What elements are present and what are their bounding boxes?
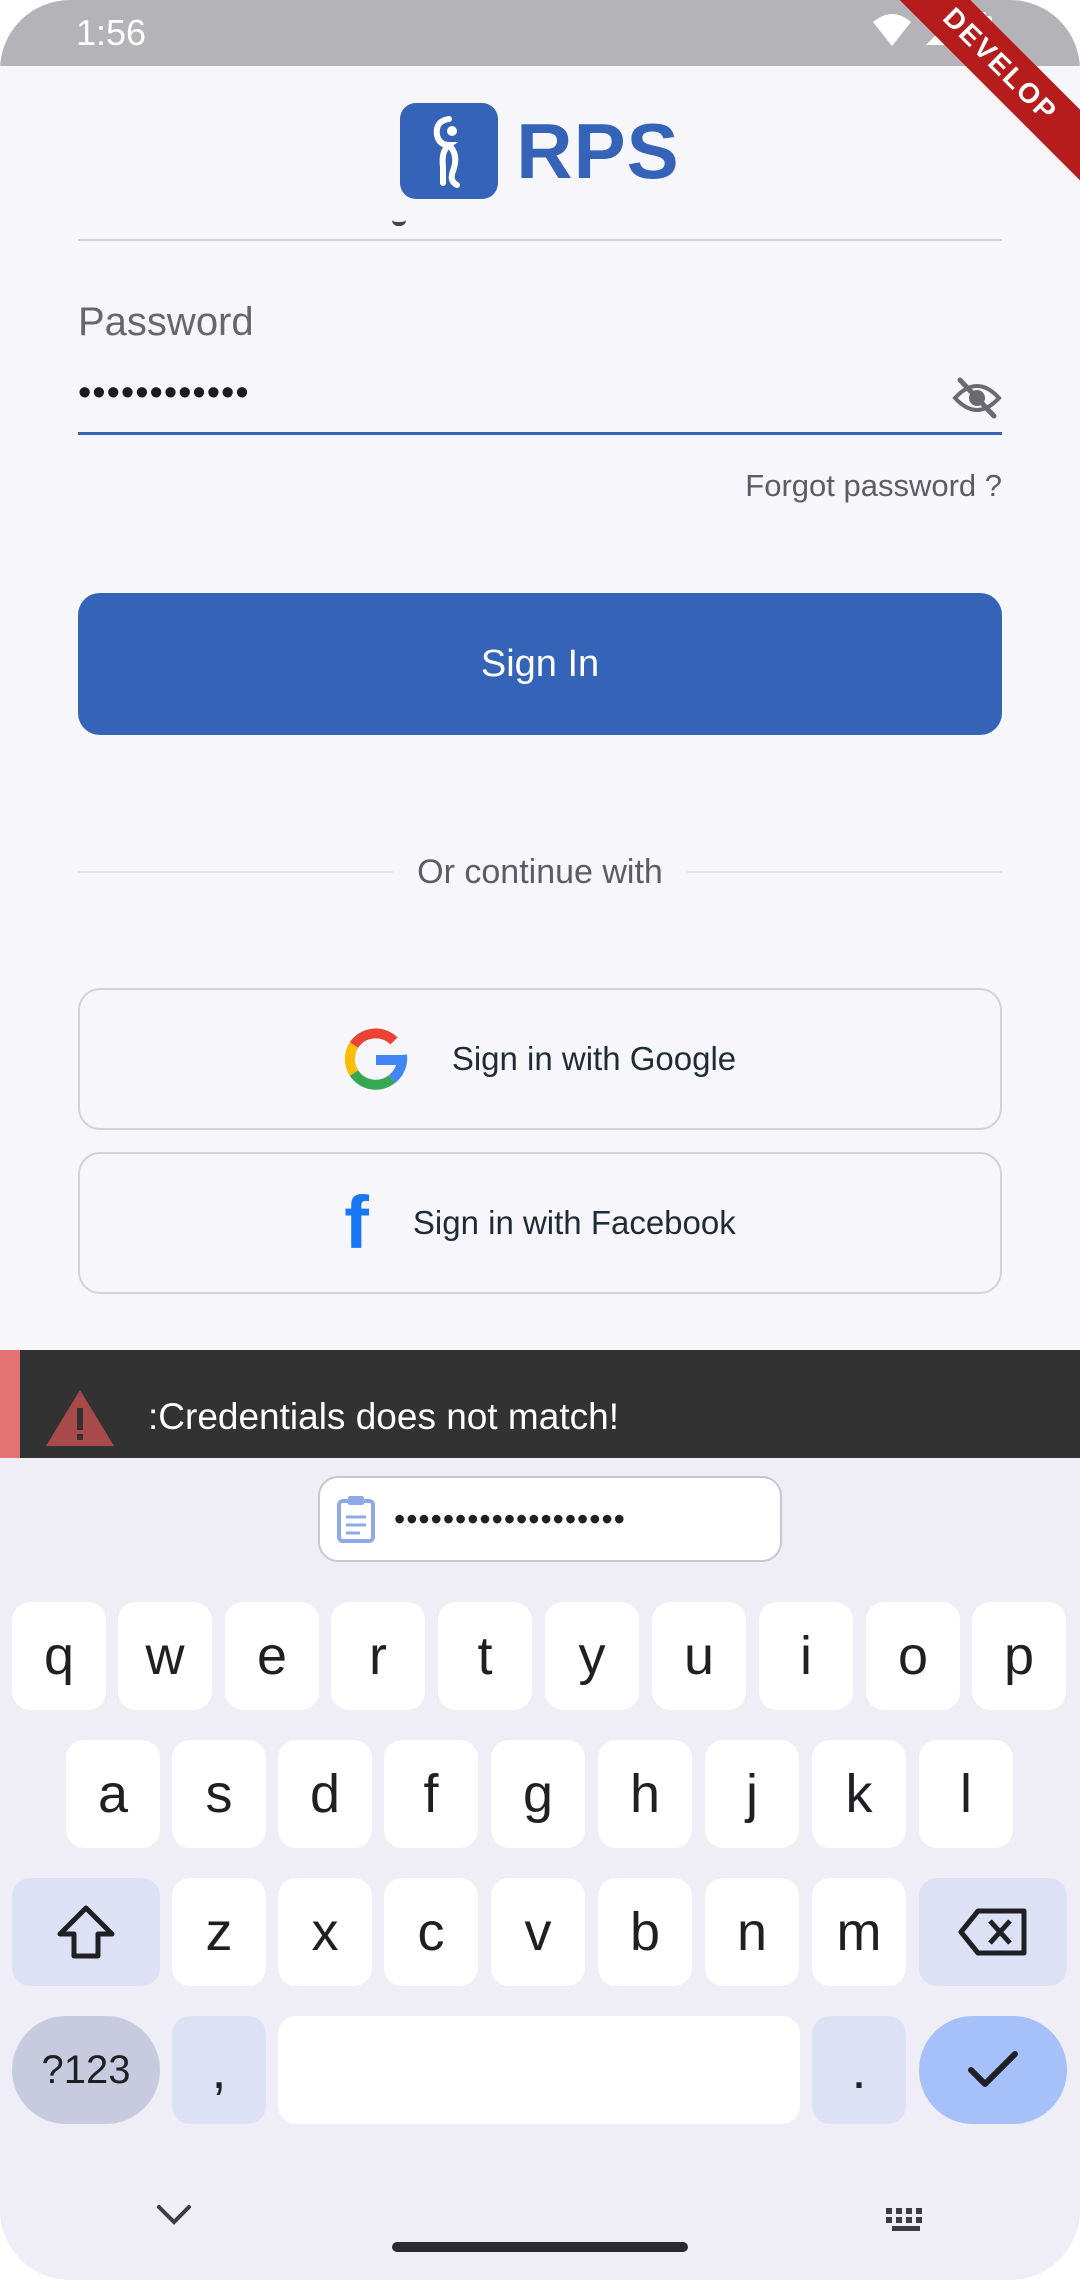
snackbar-accent (0, 1350, 20, 1458)
google-button-label: Sign in with Google (451, 1040, 737, 1077)
done-key[interactable] (919, 2016, 1067, 2124)
warning-icon (46, 1390, 114, 1446)
backspace-key[interactable] (919, 1878, 1067, 1986)
key-f[interactable]: f (384, 1740, 478, 1848)
comma-key[interactable]: , (172, 2016, 266, 2124)
key-x[interactable]: x (278, 1878, 372, 1986)
key-u[interactable]: u (652, 1602, 746, 1710)
checkmark-icon (968, 2051, 1018, 2087)
key-m[interactable]: m (812, 1878, 906, 1986)
key-v[interactable]: v (491, 1878, 585, 1986)
google-icon (344, 1028, 408, 1090)
keyboard-switch-icon[interactable] (884, 2206, 928, 2234)
divider-line-right (686, 871, 1003, 873)
forgot-password-link[interactable]: Forgot password ? (745, 468, 1002, 504)
app-logo-text: RPS (516, 106, 680, 195)
error-snackbar: :Credentials does not match! (0, 1350, 1080, 1458)
key-l[interactable]: l (919, 1740, 1013, 1848)
space-key[interactable] (278, 2016, 800, 2124)
key-g[interactable]: g (491, 1740, 585, 1848)
app-screen: 1:56 DEVELOP RPS Password •••••••••••• F… (0, 0, 1080, 2280)
clipboard-icon (337, 1496, 375, 1543)
shift-icon (57, 1905, 115, 1959)
backspace-icon (958, 1908, 1027, 1956)
key-p[interactable]: p (972, 1602, 1066, 1710)
key-t[interactable]: t (438, 1602, 532, 1710)
password-underline (78, 432, 1002, 435)
key-a[interactable]: a (66, 1740, 160, 1848)
key-q[interactable]: q (12, 1602, 106, 1710)
key-y[interactable]: y (545, 1602, 639, 1710)
key-r[interactable]: r (331, 1602, 425, 1710)
key-n[interactable]: n (705, 1878, 799, 1986)
key-z[interactable]: z (172, 1878, 266, 1986)
shift-key[interactable] (12, 1878, 160, 1986)
key-c[interactable]: c (384, 1878, 478, 1986)
divider-line-left (78, 871, 394, 873)
email-field-underline[interactable] (78, 239, 1002, 241)
facebook-button-label: Sign in with Facebook (412, 1204, 736, 1241)
gesture-nav-handle[interactable] (392, 2242, 688, 2252)
clipboard-text: ••••••••••••••••••• (394, 1500, 626, 1537)
hide-keyboard-icon[interactable] (156, 2204, 192, 2226)
soft-keyboard: ••••••••••••••••••• q w e r t y u i o p … (0, 1458, 1080, 2280)
or-divider: Or continue with (78, 850, 1003, 894)
status-time: 1:56 (76, 12, 147, 53)
password-label: Password (78, 300, 254, 344)
sign-in-button[interactable]: Sign In (78, 593, 1002, 735)
snackbar-message: :Credentials does not match! (148, 1396, 619, 1437)
visibility-off-icon[interactable] (952, 376, 1002, 420)
facebook-sign-in-button[interactable]: f Sign in with Facebook (78, 1152, 1002, 1294)
symbols-key[interactable]: ?123 (12, 2016, 160, 2124)
period-key[interactable]: . (812, 2016, 906, 2124)
clipboard-suggestion[interactable]: ••••••••••••••••••• (318, 1476, 782, 1562)
key-d[interactable]: d (278, 1740, 372, 1848)
facebook-icon: f (344, 1181, 369, 1264)
key-s[interactable]: s (172, 1740, 266, 1848)
key-h[interactable]: h (598, 1740, 692, 1848)
app-header: RPS (0, 66, 1080, 236)
wifi-icon (873, 14, 911, 46)
key-k[interactable]: k (812, 1740, 906, 1848)
key-e[interactable]: e (225, 1602, 319, 1710)
email-field-text-remnant (392, 210, 406, 226)
google-sign-in-button[interactable]: Sign in with Google (78, 988, 1002, 1130)
key-j[interactable]: j (705, 1740, 799, 1848)
password-input[interactable]: •••••••••••• (78, 372, 250, 415)
key-i[interactable]: i (759, 1602, 853, 1710)
app-logo-icon (400, 103, 499, 199)
key-w[interactable]: w (118, 1602, 212, 1710)
key-b[interactable]: b (598, 1878, 692, 1986)
key-o[interactable]: o (866, 1602, 960, 1710)
or-continue-text: Or continue with (417, 852, 663, 891)
